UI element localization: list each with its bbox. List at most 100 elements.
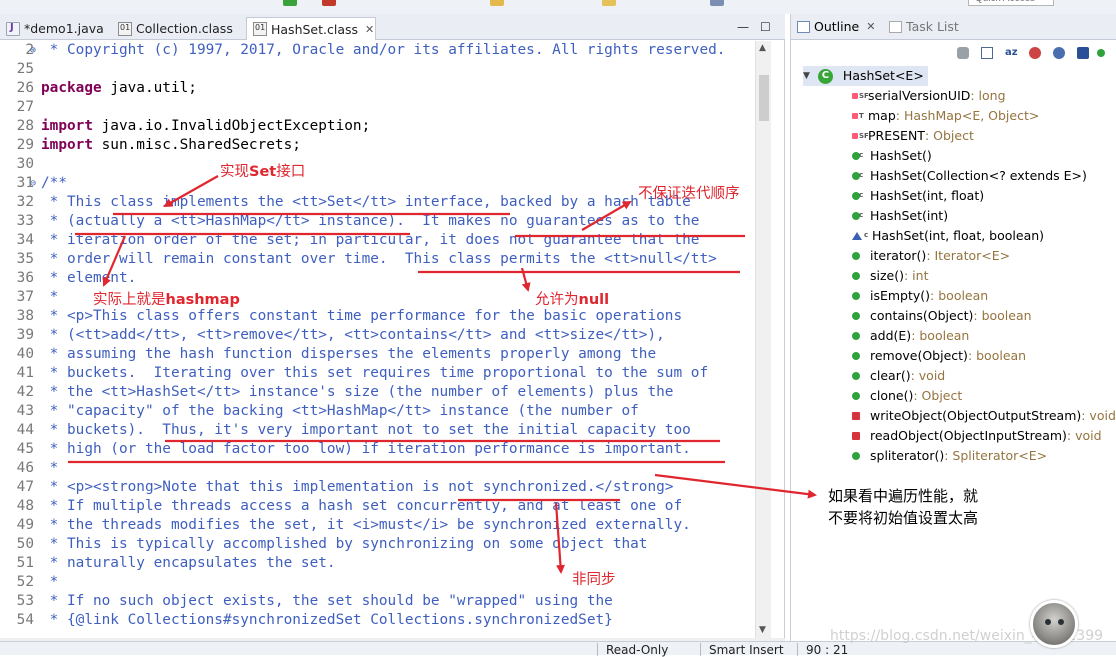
debug-icon[interactable] (322, 0, 336, 6)
line-number: 27 (16, 99, 34, 115)
line-text: * (actually a <tt>HashMap</tt> instance)… (41, 213, 700, 229)
scrollbar-thumb[interactable] (759, 75, 769, 121)
outline-root-class[interactable]: ▼ C HashSet<E> (803, 66, 928, 86)
line-number: 47 (16, 479, 34, 495)
sort-icon[interactable]: az (1005, 47, 1018, 59)
status-insert-mode: Smart Insert (700, 643, 784, 657)
line-text: * (41, 289, 59, 305)
hierarchy-icon[interactable] (957, 47, 969, 59)
member-name: remove(Object) (870, 348, 968, 363)
tab-outline[interactable]: Outline ✕ (797, 19, 875, 34)
quick-access-input[interactable] (968, 0, 1054, 6)
outline-member[interactable]: clear() : void (852, 366, 945, 386)
tab-task-list[interactable]: Task List (889, 19, 959, 34)
hide-static-icon[interactable] (1053, 47, 1065, 59)
line-text: * Copyright (c) 1997, 2017, Oracle and/o… (41, 42, 726, 58)
outline-toolbar: az (791, 41, 1116, 65)
line-number: 51 (16, 555, 34, 571)
tab-collection-class[interactable]: Collection.class (112, 17, 233, 40)
line-text: * the threads modifies the set, it <i>mu… (41, 517, 691, 533)
outline-member[interactable]: iterator() : Iterator<E> (852, 246, 1010, 266)
annotation-set-interface: 实现Set接口 (220, 164, 306, 180)
line-number: 43 (16, 403, 34, 419)
main-toolbar (0, 0, 1116, 14)
line-number: 40 (16, 346, 34, 362)
outline-member[interactable]: size() : int (852, 266, 928, 286)
expand-icon[interactable]: ▼ (803, 66, 810, 86)
outline-member[interactable]: spliterator() : Spliterator<E> (852, 446, 1047, 466)
hide-fields-icon[interactable] (1029, 47, 1041, 59)
line-number: 50 (16, 536, 34, 552)
scroll-down-icon[interactable]: ▼ (759, 625, 766, 635)
outline-member[interactable]: SF serialVersionUID : long (852, 86, 1006, 106)
line-number: 48 (16, 498, 34, 514)
outline-member[interactable]: readObject(ObjectInputStream) : void (852, 426, 1102, 446)
outline-member[interactable]: SF PRESENT : Object (852, 126, 974, 146)
outline-member[interactable]: c HashSet(int) (852, 206, 948, 226)
line-text: * the <tt>HashSet</tt> instance's size (… (41, 384, 674, 400)
collapse-all-icon[interactable] (981, 47, 993, 59)
expand-fold-icon[interactable]: ⊕ (30, 41, 36, 60)
annotation-no-order: 不保证迭代顺序 (638, 186, 740, 202)
public-constructor-icon: c (852, 151, 863, 160)
public-constructor-icon: c (852, 171, 863, 180)
code-area[interactable]: 2 ⊕ * Copyright (c) 1997, 2017, Oracle an… (0, 41, 755, 638)
outline-member[interactable]: clone() : Object (852, 386, 962, 406)
outline-member[interactable]: remove(Object) : boolean (852, 346, 1026, 366)
member-name: serialVersionUID (868, 88, 971, 103)
code-plain: java.io.InvalidObjectException; (92, 118, 371, 134)
navigate-icon[interactable] (710, 0, 724, 6)
outline-member[interactable]: contains(Object) : boolean (852, 306, 1032, 326)
outline-member[interactable]: c HashSet(int, float) (852, 186, 984, 206)
status-cursor-position: 90 : 21 (797, 643, 848, 657)
minimize-icon[interactable]: — (737, 20, 749, 34)
outline-member[interactable]: isEmpty() : boolean (852, 286, 988, 306)
tab-hashset-class[interactable]: HashSet.class ✕ (246, 17, 376, 40)
outline-member[interactable]: c HashSet(int, float, boolean) (852, 226, 1044, 246)
member-type: : boolean (967, 348, 1027, 363)
hide-nonpublic-icon[interactable] (1077, 47, 1089, 59)
line-number: 45 (16, 441, 34, 457)
member-type: : void (1081, 408, 1116, 423)
public-method-icon (852, 292, 860, 300)
member-type: : int (904, 268, 929, 283)
highlight-icon[interactable] (602, 0, 616, 6)
folder-icon[interactable] (490, 0, 504, 6)
line-number: 34 (16, 232, 34, 248)
member-name: spliterator() (870, 448, 945, 463)
public-constructor-icon: c (852, 211, 863, 220)
close-icon[interactable]: ✕ (866, 20, 875, 33)
line-number: 30 (16, 156, 34, 172)
java-file-icon (6, 21, 20, 36)
scroll-up-icon[interactable]: ▲ (759, 43, 766, 53)
close-icon[interactable]: ✕ (365, 23, 374, 36)
outline-member[interactable]: Tmap : HashMap<E, Object> (852, 106, 1039, 126)
member-type: : void (1066, 428, 1102, 443)
keyword: package (41, 80, 102, 96)
vertical-scrollbar[interactable]: ▲ ▼ (755, 41, 771, 638)
line-text: * This is typically accomplished by sync… (41, 536, 648, 552)
member-name: PRESENT (868, 128, 925, 143)
member-type: : Spliterator<E> (944, 448, 1048, 463)
hide-local-types-icon[interactable] (1097, 49, 1105, 57)
line-number: 42 (16, 384, 34, 400)
line-text: * naturally encapsulates the set. (41, 555, 336, 571)
line-text: import sun.misc.SharedSecrets; (41, 136, 301, 155)
collapse-fold-icon[interactable]: ⊖ (30, 174, 36, 193)
outline-member[interactable]: c HashSet() (852, 146, 932, 166)
private-method-icon (852, 432, 860, 440)
public-method-icon (852, 312, 860, 320)
code-plain: sun.misc.SharedSecrets; (92, 137, 301, 153)
outline-member[interactable]: c HashSet(Collection<? extends E>) (852, 166, 1087, 186)
outline-member[interactable]: writeObject(ObjectOutputStream) : void (852, 406, 1116, 426)
outline-icon (797, 20, 810, 33)
avatar[interactable] (1030, 600, 1078, 648)
keyword: import (41, 137, 93, 153)
outline-member[interactable]: add(E) : boolean (852, 326, 969, 346)
run-icon[interactable] (283, 0, 297, 6)
line-number: 28 (16, 118, 34, 134)
maximize-icon[interactable]: ☐ (760, 20, 771, 34)
editor-tab-bar: *demo1.java Collection.class HashSet.cla… (0, 14, 785, 40)
line-number: 25 (16, 61, 34, 77)
tab-demo1-java[interactable]: *demo1.java (0, 17, 104, 40)
